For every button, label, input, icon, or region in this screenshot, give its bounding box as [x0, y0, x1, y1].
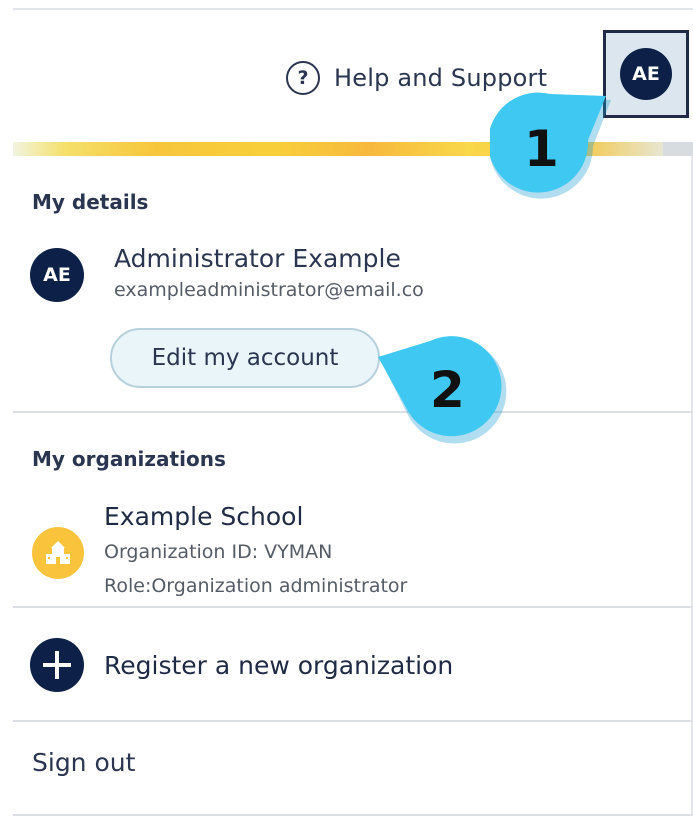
plus-circle-icon	[30, 638, 84, 692]
callout-badge-1: 1	[490, 82, 620, 212]
banner-strip-edge	[663, 142, 693, 156]
callout-number: 2	[430, 361, 465, 419]
avatar: AE	[620, 48, 672, 100]
organization-id: Organization ID: VYMAN	[104, 541, 333, 563]
section-divider	[13, 606, 693, 608]
organization-name-link[interactable]: Example School	[104, 502, 303, 531]
sign-out-link[interactable]: Sign out	[32, 748, 135, 777]
my-organizations-heading: My organizations	[32, 447, 226, 471]
top-divider	[13, 8, 693, 10]
section-divider	[13, 411, 693, 413]
my-details-heading: My details	[32, 190, 149, 214]
register-organization-label: Register a new organization	[104, 650, 454, 680]
register-organization-button[interactable]: Register a new organization	[30, 638, 453, 692]
organization-role: Role:Organization administrator	[104, 575, 408, 597]
callout-number: 1	[524, 120, 559, 178]
user-name: Administrator Example	[114, 244, 401, 273]
edit-my-account-button[interactable]: Edit my account	[110, 328, 380, 388]
callout-badge-2: 2	[378, 335, 508, 455]
section-divider	[13, 720, 693, 722]
help-circle-icon: ?	[286, 61, 320, 95]
user-avatar: AE	[30, 248, 84, 302]
bottom-divider	[13, 814, 693, 816]
user-email: exampleadministrator@email.co	[114, 279, 424, 301]
school-icon	[32, 527, 84, 579]
